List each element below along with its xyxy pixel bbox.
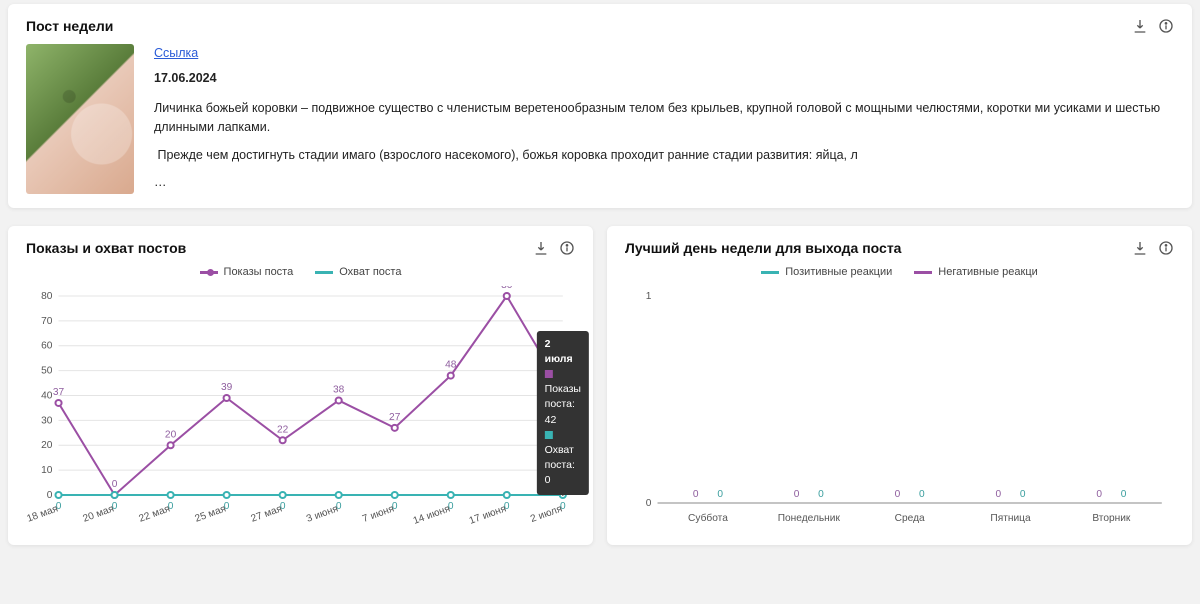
post-link[interactable]: Ссылка [154,44,198,63]
post-body: Ссылка 17.06.2024 Личинка божьей коровки… [154,44,1174,194]
svg-text:0: 0 [1096,489,1102,500]
post-ellipsis: … [154,173,1174,192]
svg-text:0: 0 [794,489,800,500]
svg-text:3 июня: 3 июня [305,504,340,525]
svg-text:10: 10 [41,465,53,476]
svg-text:0: 0 [717,489,723,500]
svg-text:2 июля: 2 июля [529,504,564,525]
svg-text:0: 0 [818,489,824,500]
card-actions [1132,18,1174,34]
chart1-legend: Показы поста Охват поста [26,266,575,278]
card-title: Лучший день недели для выхода поста [625,240,901,256]
svg-text:22: 22 [277,424,289,435]
legend-item-reach[interactable]: Охват поста [315,266,401,278]
svg-text:Пятница: Пятница [990,513,1031,524]
legend-label: Негативные реакци [938,266,1038,278]
svg-text:17 июня: 17 июня [468,504,508,527]
svg-text:0: 0 [995,489,1001,500]
svg-text:27 мая: 27 мая [250,504,284,525]
svg-text:0: 0 [1121,489,1127,500]
svg-text:0: 0 [693,489,699,500]
chart2-legend: Позитивные реакции Негативные реакци [625,266,1174,278]
svg-text:60: 60 [41,341,53,352]
legend-label: Показы поста [224,266,294,278]
svg-text:Понедельник: Понедельник [778,513,841,524]
svg-text:70: 70 [41,316,53,327]
views-reach-card: Показы и охват постов Показы поста [8,226,593,545]
post-row: Ссылка 17.06.2024 Личинка божьей коровки… [26,44,1174,194]
svg-text:0: 0 [646,498,652,509]
card-actions [533,240,575,256]
legend-item-negative[interactable]: Негативные реакци [914,266,1038,278]
download-icon[interactable] [1132,18,1148,34]
svg-text:0: 0 [112,479,118,490]
svg-text:27: 27 [389,412,401,423]
legend-item-positive[interactable]: Позитивные реакции [761,266,892,278]
post-thumbnail[interactable] [26,44,134,194]
post-of-week-card: Пост недели Ссылка 17.06.2024 Личинка бо… [8,4,1192,208]
svg-text:0: 0 [47,490,53,501]
svg-text:80: 80 [41,291,53,302]
svg-text:20 мая: 20 мая [81,504,115,525]
svg-text:22 мая: 22 мая [138,504,172,525]
svg-text:25 мая: 25 мая [194,504,228,525]
svg-text:0: 0 [919,489,925,500]
card-title: Показы и охват постов [26,240,186,256]
card-actions [1132,240,1174,256]
svg-text:20: 20 [41,440,53,451]
legend-label: Позитивные реакции [785,266,892,278]
svg-text:48: 48 [445,360,457,371]
svg-text:20: 20 [165,429,177,440]
post-paragraph-2: ⁣⁣⁣⁣⁣ Прежде чем достигнуть стадии имаго… [154,146,1174,165]
svg-text:40: 40 [41,391,53,402]
svg-text:Среда: Среда [895,513,925,524]
legend-label: Охват поста [339,266,401,278]
svg-text:7 июня: 7 июня [361,504,396,525]
chart2-area: 0 1 0 0 Суббота 0 0 Понедельник 0 0 Среда 0 0 Пятница… [625,286,1174,531]
download-icon[interactable] [533,240,549,256]
svg-text:30: 30 [41,415,53,426]
svg-text:42: 42 [557,375,569,386]
svg-text:38: 38 [333,385,345,396]
post-paragraph-1: Личинка божьей коровки – подвижное сущес… [154,99,1174,138]
chart1-area: 0102030405060708037020392238274880420000… [26,286,575,531]
svg-text:0: 0 [895,489,901,500]
best-day-card: Лучший день недели для выхода поста Пози… [607,226,1192,545]
post-date: 17.06.2024 [154,69,1174,88]
legend-item-views[interactable]: Показы поста [200,266,294,278]
info-icon[interactable] [1158,240,1174,256]
svg-text:80: 80 [501,286,513,291]
svg-text:37: 37 [53,387,65,398]
svg-text:Вторник: Вторник [1092,513,1131,524]
svg-text:1: 1 [646,291,652,302]
info-icon[interactable] [1158,18,1174,34]
svg-text:0: 0 [1020,489,1026,500]
card-title: Пост недели [26,18,113,34]
svg-text:Суббота: Суббота [688,512,728,524]
svg-text:50: 50 [41,366,53,377]
card-header: Лучший день недели для выхода поста [625,240,1174,256]
svg-text:18 мая: 18 мая [26,504,60,525]
download-icon[interactable] [1132,240,1148,256]
info-icon[interactable] [559,240,575,256]
card-header: Пост недели [26,18,1174,34]
card-header: Показы и охват постов [26,240,575,256]
svg-text:39: 39 [221,382,233,393]
svg-text:14 июня: 14 июня [412,504,452,527]
